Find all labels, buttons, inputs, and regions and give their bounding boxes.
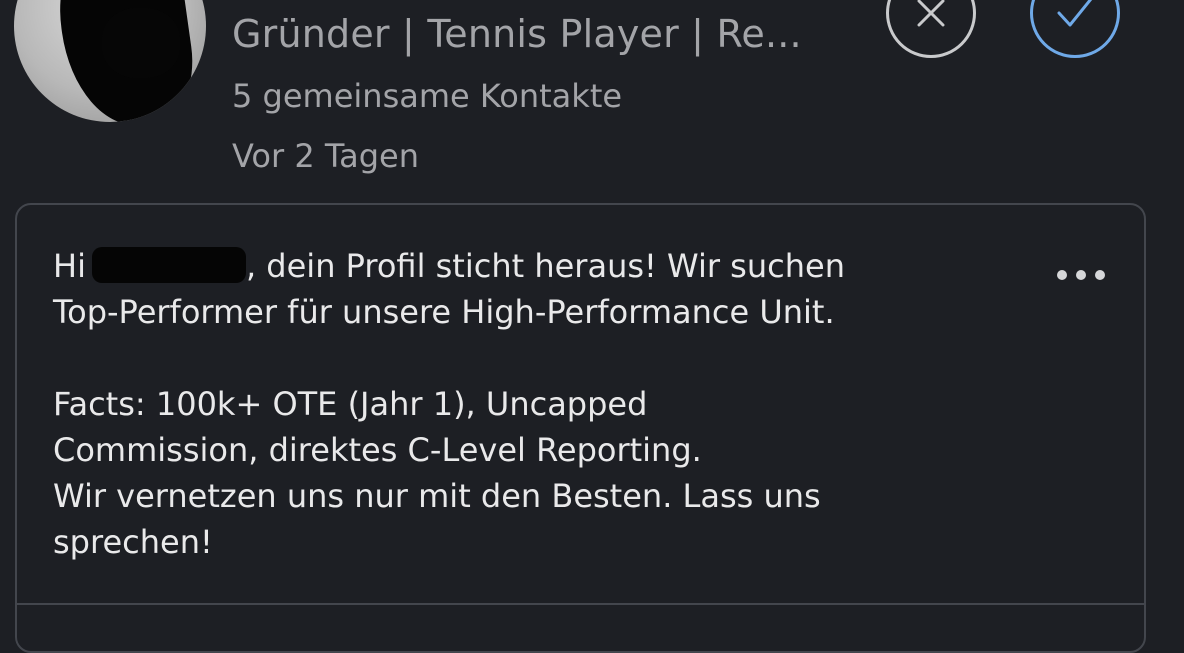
avatar[interactable] [14,0,206,122]
profile-headline[interactable]: Gründer | Tennis Player | Re... [232,12,802,56]
redacted-name [91,247,246,283]
message-closing-line-1: Wir vernetzen uns nur mit den Besten. La… [53,477,821,515]
greeting-prefix: Hi [53,247,86,285]
card-divider [17,603,1144,605]
invitation-message: Hi , dein Profil sticht heraus! Wir suche… [53,243,1013,565]
close-icon [917,0,945,27]
mutual-connections[interactable]: 5 gemeinsame Kontakte [232,76,622,116]
invitation-message-card: Hi , dein Profil sticht heraus! Wir suche… [15,203,1146,653]
more-options-button[interactable] [1057,267,1105,283]
message-facts-line-2: Commission, direktes C-Level Reporting. [53,431,702,469]
avatar-redaction-lower [102,8,180,78]
message-facts-line-1: Facts: 100k+ OTE (Jahr 1), Uncapped [53,385,648,423]
accept-button[interactable] [1030,0,1120,58]
message-line-2: Top-Performer für unsere High-Performanc… [53,293,835,331]
time-ago: Vor 2 Tagen [232,137,419,175]
checkmark-icon [1057,0,1093,27]
message-closing-line-2: sprechen! [53,523,213,561]
more-horizontal-icon [1057,270,1067,280]
greeting-rest: , dein Profil sticht heraus! Wir suchen [245,247,845,285]
message-line-greeting: Hi , dein Profil sticht heraus! Wir suche… [53,243,1013,289]
ignore-button[interactable] [886,0,976,58]
